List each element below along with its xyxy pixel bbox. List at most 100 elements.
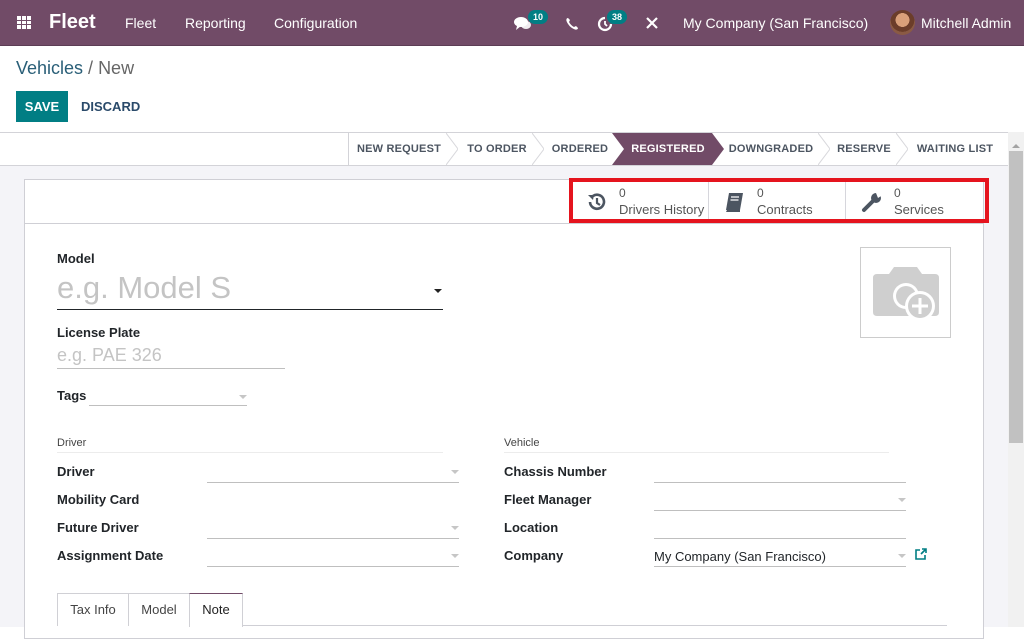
- stage-ordered[interactable]: ORDERED: [544, 133, 616, 165]
- drivers-history-label: Drivers History: [619, 202, 705, 217]
- future-driver-underline: [207, 538, 459, 539]
- stage-separator: [532, 133, 544, 165]
- save-button[interactable]: SAVE: [16, 91, 68, 122]
- history-icon: [588, 193, 606, 211]
- future-driver-input[interactable]: [207, 518, 459, 538]
- tags-label: Tags: [57, 388, 87, 403]
- menu-configuration[interactable]: Configuration: [274, 15, 357, 31]
- user-avatar[interactable]: [890, 10, 915, 35]
- activities-button[interactable]: 38: [597, 10, 629, 33]
- assignment-date-underline: [207, 566, 459, 567]
- breadcrumb-separator: /: [83, 58, 99, 78]
- scrollbar-thumb[interactable]: [1009, 151, 1023, 443]
- vertical-scrollbar[interactable]: [1008, 132, 1024, 627]
- user-menu[interactable]: Mitchell Admin: [921, 15, 1011, 31]
- stage-new-request[interactable]: NEW REQUEST: [349, 133, 449, 165]
- license-plate-input[interactable]: e.g. PAE 326: [57, 343, 285, 368]
- smart-button-box: 0 Drivers History 0 Contracts 0 Services: [25, 180, 983, 224]
- drivers-history-button[interactable]: 0 Drivers History: [570, 180, 708, 223]
- tags-dropdown-caret[interactable]: [239, 395, 247, 399]
- apps-menu-icon[interactable]: [17, 16, 32, 30]
- assignment-date-label: Assignment Date: [57, 548, 164, 563]
- chassis-number-input[interactable]: [654, 462, 906, 482]
- menu-reporting[interactable]: Reporting: [185, 15, 246, 31]
- location-label: Location: [504, 520, 559, 535]
- stage-reserve[interactable]: RESERVE: [830, 133, 898, 165]
- license-plate-underline: [57, 368, 285, 369]
- company-underline: [654, 566, 906, 567]
- driver-label: Driver: [57, 464, 95, 479]
- form-sheet: 0 Drivers History 0 Contracts 0 Services: [24, 179, 984, 639]
- book-icon: [726, 193, 743, 212]
- driver-input[interactable]: [207, 462, 459, 482]
- company-input[interactable]: My Company (San Francisco): [654, 549, 826, 564]
- tab-tax-info[interactable]: Tax Info: [57, 593, 129, 626]
- chassis-number-label: Chassis Number: [504, 464, 607, 479]
- company-label: Company: [504, 548, 564, 563]
- drivers-history-count: 0: [619, 186, 626, 200]
- breadcrumb-current: New: [98, 58, 135, 78]
- contracts-count: 0: [757, 186, 764, 200]
- assignment-date-dropdown-caret[interactable]: [451, 554, 459, 558]
- contracts-label: Contracts: [757, 202, 813, 217]
- location-underline: [654, 538, 906, 539]
- phone-icon[interactable]: [566, 17, 578, 30]
- fleet-manager-underline: [654, 510, 906, 511]
- fleet-manager-label: Fleet Manager: [504, 492, 592, 507]
- services-button[interactable]: 0 Services: [845, 180, 983, 223]
- future-driver-dropdown-caret[interactable]: [451, 526, 459, 530]
- services-label: Services: [894, 202, 944, 217]
- fleet-manager-input[interactable]: [654, 490, 906, 510]
- vehicle-group-title: Vehicle: [504, 437, 540, 449]
- activities-count-badge: 38: [607, 10, 628, 24]
- breadcrumb-vehicles[interactable]: Vehicles: [16, 58, 83, 78]
- external-link-icon[interactable]: [914, 547, 928, 561]
- model-placeholder: e.g. Model S: [57, 270, 232, 305]
- fleet-manager-dropdown-caret[interactable]: [898, 498, 906, 502]
- vehicle-image-upload[interactable]: [860, 247, 951, 338]
- tags-input[interactable]: [89, 386, 247, 405]
- messages-button[interactable]: 10: [514, 10, 549, 33]
- services-count: 0: [894, 186, 901, 200]
- stage-registered[interactable]: REGISTERED: [622, 133, 714, 165]
- model-dropdown-caret[interactable]: [434, 289, 442, 293]
- camera-add-icon: [873, 267, 939, 321]
- stage-downgraded[interactable]: DOWNGRADED: [726, 133, 816, 165]
- tools-icon[interactable]: [645, 16, 659, 30]
- company-switcher[interactable]: My Company (San Francisco): [683, 15, 868, 31]
- menu-fleet[interactable]: Fleet: [125, 15, 156, 31]
- mobility-card-label: Mobility Card: [57, 492, 140, 507]
- model-label: Model: [57, 251, 95, 266]
- vehicle-group-separator: [504, 452, 889, 453]
- assignment-date-input[interactable]: [207, 546, 459, 566]
- tab-model[interactable]: Model: [128, 593, 190, 626]
- tab-note[interactable]: Note: [189, 593, 243, 627]
- discard-button[interactable]: DISCARD: [81, 91, 140, 122]
- stage-waiting-list[interactable]: WAITING LIST: [908, 133, 1002, 165]
- messages-count-badge: 10: [528, 10, 549, 24]
- stage-to-order[interactable]: TO ORDER: [458, 133, 536, 165]
- chassis-number-underline: [654, 482, 906, 483]
- location-input[interactable]: [654, 518, 906, 538]
- driver-group-title: Driver: [57, 437, 87, 449]
- contracts-button[interactable]: 0 Contracts: [708, 180, 845, 223]
- stage-separator: [446, 133, 458, 165]
- license-plate-placeholder: e.g. PAE 326: [57, 345, 162, 365]
- app-brand[interactable]: Fleet: [49, 11, 96, 34]
- license-plate-label: License Plate: [57, 325, 141, 340]
- company-dropdown-caret[interactable]: [898, 554, 906, 558]
- status-bar: NEW REQUEST TO ORDER ORDERED REGISTERED …: [0, 132, 1008, 166]
- scroll-up-arrow-icon[interactable]: [1012, 144, 1020, 148]
- top-navbar: Fleet Fleet Reporting Configuration 10 3…: [0, 0, 1024, 46]
- tags-underline: [89, 405, 247, 406]
- stage-separator: [896, 133, 908, 165]
- future-driver-label: Future Driver: [57, 520, 139, 535]
- driver-group-separator: [57, 452, 443, 453]
- stage-separator: [818, 133, 830, 165]
- model-input[interactable]: e.g. Model S: [57, 268, 443, 310]
- model-underline: [57, 309, 443, 310]
- driver-dropdown-caret[interactable]: [451, 470, 459, 474]
- wrench-icon: [862, 193, 881, 212]
- driver-underline: [207, 482, 459, 483]
- breadcrumb: Vehicles / New: [16, 58, 134, 79]
